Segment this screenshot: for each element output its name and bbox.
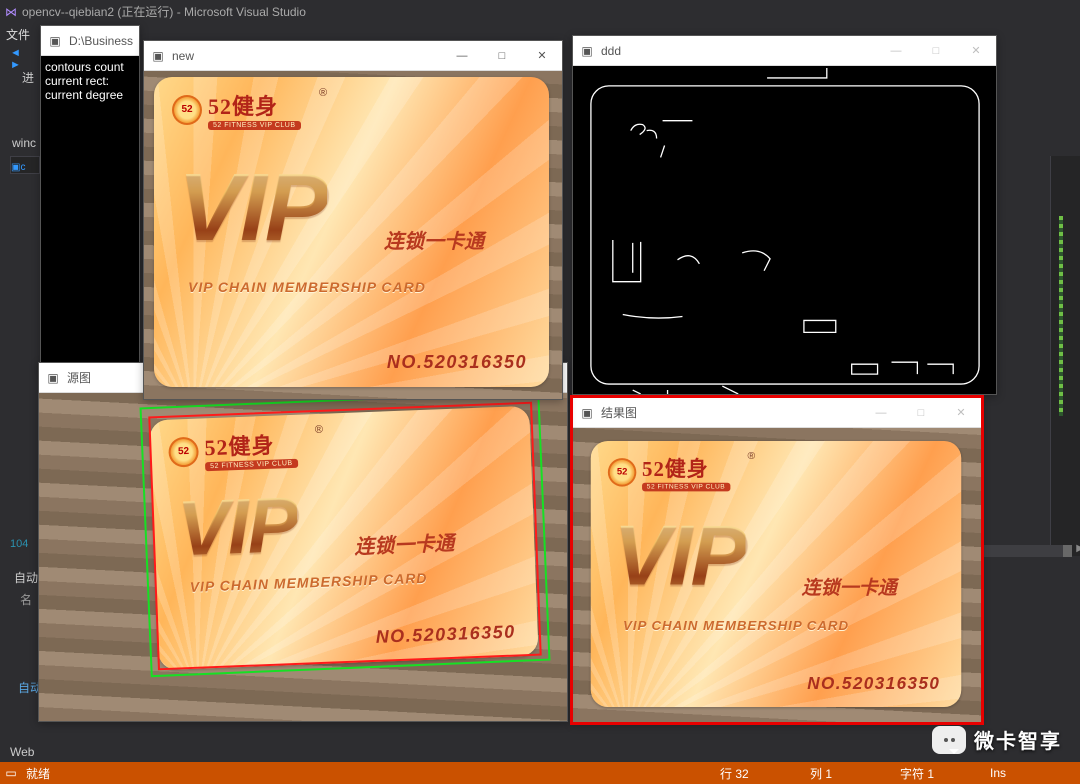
- status-ins: Ins: [990, 766, 1080, 780]
- minimize-button[interactable]: —: [876, 36, 916, 66]
- edge-titlebar[interactable]: ▣ ddd — □ ✕: [573, 36, 996, 66]
- opencv-icon: ▣: [578, 404, 596, 422]
- status-bar: ▭ 就绪 行 32 列 1 字符 1 Ins: [0, 762, 1080, 784]
- nav-back-icon[interactable]: ◄: [10, 47, 21, 59]
- opencv-icon: ▣: [578, 42, 596, 60]
- console-line-3: current degree: [45, 88, 135, 102]
- status-rect-icon: ▭: [0, 766, 22, 780]
- new-image: 5252健身52 FITNESS VIP CLUB ® VIP 连锁一卡通 VI…: [144, 71, 562, 399]
- console-body: contours count current rect: current deg…: [41, 56, 139, 374]
- scroll-thumb[interactable]: [1063, 545, 1072, 557]
- card-brand-cn: 52健身: [208, 89, 301, 121]
- source-image: 5252健身52 FITNESS VIP CLUB ® VIP 连锁一卡通 VI…: [39, 393, 567, 721]
- card-sun-icon: 52: [172, 95, 202, 125]
- card-number: NO.520316350: [387, 352, 527, 373]
- card-vip-text: VIP: [614, 508, 746, 606]
- watermark-text: 微卡智享: [974, 725, 1062, 754]
- code-line-gutter: 104: [10, 538, 28, 550]
- card-vip-text: VIP: [178, 153, 327, 263]
- card-chain-zh: 连锁一卡通: [802, 572, 897, 600]
- opencv-icon: ▣: [149, 47, 167, 65]
- card-sun-icon: 52: [608, 458, 637, 487]
- watermark: 微卡智享: [932, 725, 1062, 754]
- result-titlebar[interactable]: ▣ 结果图 — □ ✕: [573, 398, 981, 428]
- edge-window[interactable]: ▣ ddd — □ ✕: [572, 35, 997, 395]
- web-tab[interactable]: Web: [10, 745, 34, 759]
- source-window[interactable]: ▣ 源图 5252健身52 FITNESS VIP CLUB ® VIP 连锁一…: [38, 362, 568, 722]
- minimize-button[interactable]: —: [442, 41, 482, 71]
- console-title: D:\Business: [69, 34, 139, 48]
- console-icon: ▣: [46, 32, 64, 50]
- status-col: 列 1: [810, 765, 900, 782]
- console-window[interactable]: ▣ D:\Business contours count current rec…: [40, 25, 140, 375]
- close-button[interactable]: ✕: [941, 398, 981, 428]
- edge-image: [573, 66, 996, 394]
- right-tool-strip[interactable]: [1050, 156, 1080, 556]
- menu-file[interactable]: 文件: [0, 24, 36, 45]
- new-window[interactable]: ▣ new — □ ✕ 5252健身52 FITNESS VIP CLUB ® …: [143, 40, 563, 400]
- close-button[interactable]: ✕: [522, 41, 562, 71]
- card-chain-en: VIP CHAIN MEMBERSHIP CARD: [623, 618, 849, 633]
- result-title: 结果图: [601, 404, 861, 421]
- card-brand-en: 52 FITNESS VIP CLUB: [642, 483, 730, 492]
- status-char: 字符 1: [900, 765, 990, 782]
- scroll-right-icon[interactable]: ▶: [1076, 543, 1080, 554]
- card-chain-zh: 连锁一卡通: [384, 225, 484, 254]
- maximize-button[interactable]: □: [901, 398, 941, 428]
- console-line-2: current rect:: [45, 74, 135, 88]
- minimap-strip: [1059, 216, 1063, 416]
- wechat-icon: [932, 726, 966, 754]
- card-registered-icon: ®: [748, 451, 756, 462]
- vs-titlebar[interactable]: ⋈ opencv--qiebian2 (正在运行) - Microsoft Vi…: [0, 0, 1080, 23]
- card-brand-en: 52 FITNESS VIP CLUB: [208, 121, 301, 130]
- status-line: 行 32: [720, 765, 810, 782]
- document-tab[interactable]: ▣c: [10, 156, 40, 174]
- detected-rect-red: [148, 402, 541, 671]
- close-button[interactable]: ✕: [956, 36, 996, 66]
- card-brand-cn: 52健身: [642, 452, 730, 482]
- proj-label: 进: [22, 69, 34, 86]
- card-registered-icon: ®: [319, 87, 327, 99]
- vs-title: opencv--qiebian2 (正在运行) - Microsoft Visu…: [22, 3, 306, 20]
- status-ready: 就绪: [26, 765, 50, 782]
- result-window[interactable]: ▣ 结果图 — □ ✕ 5252健身52 FITNESS VIP CLUB ® …: [572, 397, 982, 723]
- nav-forward-icon[interactable]: ►: [10, 59, 21, 71]
- maximize-button[interactable]: □: [482, 41, 522, 71]
- card-number: NO.520316350: [807, 674, 940, 694]
- opencv-icon: ▣: [44, 369, 62, 387]
- new-title: new: [172, 49, 442, 63]
- maximize-button[interactable]: □: [916, 36, 956, 66]
- result-image: 5252健身52 FITNESS VIP CLUB ® VIP 连锁一卡通 VI…: [573, 428, 981, 722]
- new-titlebar[interactable]: ▣ new — □ ✕: [144, 41, 562, 71]
- edge-title: ddd: [601, 44, 876, 58]
- cpp-file-icon: ▣c: [11, 162, 25, 173]
- vs-logo-icon: ⋈: [0, 5, 22, 19]
- nav-arrows[interactable]: ◄ ►: [10, 47, 21, 71]
- console-titlebar[interactable]: ▣ D:\Business: [41, 26, 139, 56]
- card-chain-en: VIP CHAIN MEMBERSHIP CARD: [188, 279, 426, 295]
- winc-label: winc: [12, 136, 36, 150]
- minimize-button[interactable]: —: [861, 398, 901, 428]
- console-line-1: contours count: [45, 60, 135, 74]
